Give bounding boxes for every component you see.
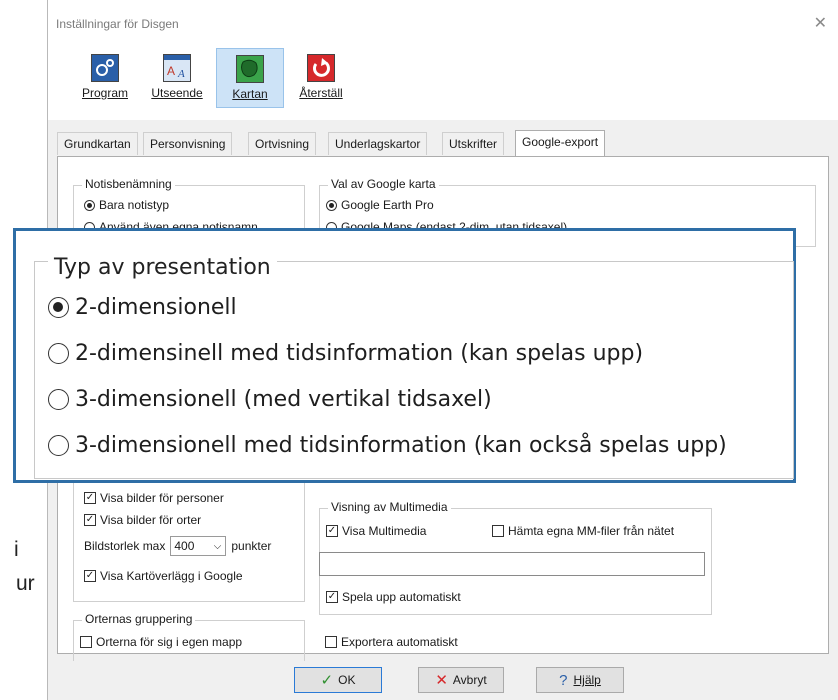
radio-icon xyxy=(326,199,337,211)
visa-kartoverlagg-label: Visa Kartöverlägg i Google xyxy=(100,569,243,583)
bildstorlek-row: Bildstorlek max 400 ⌵ punkter xyxy=(84,535,271,557)
notis-option-1-label: Bara notistyp xyxy=(99,198,170,212)
presentation-option-1[interactable]: 2-dimensionell xyxy=(48,295,237,320)
toolbar-kartan-label: Kartan xyxy=(232,87,268,101)
text-style-icon: AA xyxy=(163,54,191,82)
hjalp-button[interactable]: ? Hjälp xyxy=(536,667,624,693)
bildstorlek-value: 400 xyxy=(174,539,195,553)
radio-selected-icon xyxy=(48,297,69,318)
hjalp-label: Hjälp xyxy=(573,673,601,687)
multimedia-title: Visning av Multimedia xyxy=(328,500,451,514)
check-icon: ✓ xyxy=(320,672,334,689)
title-bar: Inställningar för Disgen ✕ xyxy=(48,0,838,38)
presentation-type-callout: Typ av presentation 2-dimensionell 2-dim… xyxy=(13,228,796,483)
bildstorlek-unit: punkter xyxy=(231,539,272,553)
radio-icon xyxy=(48,343,69,364)
tab-google-export[interactable]: Google-export xyxy=(515,130,606,157)
gruppering-title: Orternas gruppering xyxy=(82,612,196,626)
chevron-down-icon: ⌵ xyxy=(213,540,222,552)
karta-option-1[interactable]: Google Earth Pro xyxy=(326,198,434,212)
checkbox-checked-icon: ✓ xyxy=(326,525,338,537)
visa-kartoverlagg[interactable]: ✓ Visa Kartöverlägg i Google xyxy=(84,569,243,583)
bildstorlek-select[interactable]: 400 ⌵ xyxy=(170,536,227,556)
stray-text-2: ur xyxy=(16,572,35,595)
checkbox-checked-icon: ✓ xyxy=(84,570,96,582)
presentation-option-2-label: 2-dimensinell med tidsinformation (kan s… xyxy=(75,341,644,366)
tab-personvisning[interactable]: Personvisning xyxy=(143,132,233,155)
checkbox-icon xyxy=(325,636,337,648)
avbryt-label: Avbryt xyxy=(452,673,487,687)
bildstorlek-label: Bildstorlek max xyxy=(84,539,166,553)
toolbar-aterstall-label: Återställ xyxy=(299,86,343,100)
presentation-option-4-label: 3-dimensionell med tidsinformation (kan … xyxy=(75,433,727,458)
cancel-x-icon: ✕ xyxy=(435,672,448,689)
ok-label: OK xyxy=(338,673,356,687)
karta-option-1-label: Google Earth Pro xyxy=(341,198,434,212)
visa-bilder-personer[interactable]: ✓ Visa bilder för personer xyxy=(84,491,224,505)
bilder-group: ✓ Visa bilder för personer ✓ Visa bilder… xyxy=(73,477,305,602)
hamta-mm-filer-label: Hämta egna MM-filer från nätet xyxy=(508,524,675,538)
window-title: Inställningar för Disgen xyxy=(56,17,179,31)
toolbar: Program AA Utseende Kartan Återställ xyxy=(48,38,838,120)
notis-option-1[interactable]: Bara notistyp xyxy=(84,198,169,212)
karta-title: Val av Google karta xyxy=(328,177,439,191)
visa-multimedia[interactable]: ✓ Visa Multimedia xyxy=(326,524,426,538)
radio-icon xyxy=(84,199,95,211)
radio-icon xyxy=(48,435,69,456)
toolbar-aterstall-button[interactable]: Återställ xyxy=(288,48,354,106)
presentation-option-3-label: 3-dimensionell (med vertikal tidsaxel) xyxy=(75,387,492,412)
gruppering-option-label: Orterna för sig i egen mapp xyxy=(96,635,243,649)
visa-bilder-personer-label: Visa bilder för personer xyxy=(100,491,224,505)
map-icon xyxy=(236,55,264,83)
visa-bilder-orter-label: Visa bilder för orter xyxy=(100,513,202,527)
presentation-type-title: Typ av presentation xyxy=(48,255,277,280)
svg-text:A: A xyxy=(167,64,175,78)
hamta-mm-filer[interactable]: Hämta egna MM-filer från nätet xyxy=(492,524,674,538)
presentation-option-4[interactable]: 3-dimensionell med tidsinformation (kan … xyxy=(48,433,727,458)
close-icon[interactable]: ✕ xyxy=(814,13,827,33)
presentation-option-1-label: 2-dimensionell xyxy=(75,295,237,320)
visa-multimedia-label: Visa Multimedia xyxy=(342,524,427,538)
presentation-option-2[interactable]: 2-dimensinell med tidsinformation (kan s… xyxy=(48,341,643,366)
presentation-option-3[interactable]: 3-dimensionell (med vertikal tidsaxel) xyxy=(48,387,492,412)
multimedia-input[interactable] xyxy=(319,552,705,576)
toolbar-program-label: Program xyxy=(81,86,128,100)
toolbar-utseende-button[interactable]: AA Utseende xyxy=(144,48,210,106)
reset-arrow-icon xyxy=(307,54,335,82)
checkbox-icon xyxy=(80,636,92,648)
exportera-automatiskt-label: Exportera automatiskt xyxy=(341,635,458,649)
toolbar-program-button[interactable]: Program xyxy=(72,48,138,106)
spela-upp-label: Spela upp automatiskt xyxy=(342,590,461,604)
toolbar-kartan-button[interactable]: Kartan xyxy=(216,48,284,108)
checkbox-checked-icon: ✓ xyxy=(84,514,96,526)
gruppering-option[interactable]: Orterna för sig i egen mapp xyxy=(80,635,242,649)
tab-grundkartan[interactable]: Grundkartan xyxy=(57,132,138,155)
spela-upp[interactable]: ✓ Spela upp automatiskt xyxy=(326,590,461,604)
tab-utskrifter[interactable]: Utskrifter xyxy=(442,132,504,155)
checkbox-checked-icon: ✓ xyxy=(326,591,338,603)
toolbar-utseende-label: Utseende xyxy=(151,86,203,100)
gruppering-group: Orternas gruppering Orterna för sig i eg… xyxy=(73,612,305,661)
ok-button[interactable]: ✓ OK xyxy=(294,667,382,693)
checkbox-icon xyxy=(492,525,504,537)
stray-text-1: i xyxy=(14,538,19,561)
exportera-automatiskt[interactable]: Exportera automatiskt xyxy=(325,635,458,649)
avbryt-button[interactable]: ✕ Avbryt xyxy=(418,667,504,693)
tab-ortvisning[interactable]: Ortvisning xyxy=(248,132,317,155)
svg-text:A: A xyxy=(177,68,185,80)
notis-title: Notisbenämning xyxy=(82,177,175,191)
help-icon: ? xyxy=(559,671,568,689)
radio-icon xyxy=(48,389,69,410)
gears-icon xyxy=(91,54,119,82)
tab-underlagskartor[interactable]: Underlagskartor xyxy=(328,132,428,155)
checkbox-checked-icon: ✓ xyxy=(84,492,96,504)
visa-bilder-orter[interactable]: ✓ Visa bilder för orter xyxy=(84,513,201,527)
